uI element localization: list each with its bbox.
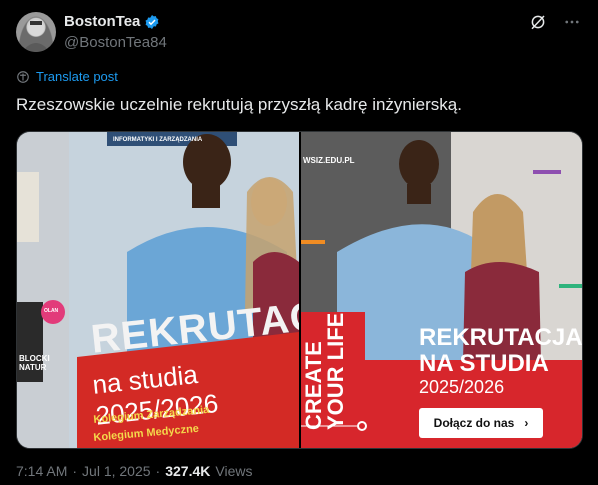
right-heading1: REKRUTACJA <box>419 324 582 351</box>
left-side-badge: OLAN <box>44 308 59 314</box>
display-name[interactable]: BostonTea <box>64 13 140 30</box>
post-date[interactable]: Jul 1, 2025 <box>82 463 151 479</box>
join-us-label[interactable]: Dołącz do nas <box>434 416 515 430</box>
right-heading2: NA STUDIA <box>419 350 549 377</box>
handle[interactable]: @BostonTea84 <box>64 34 167 51</box>
meta-separator: · <box>72 463 78 479</box>
chevron-right-icon: › <box>524 416 529 430</box>
views-count: 327.4K <box>165 463 211 479</box>
right-years: 2025/2026 <box>419 377 505 397</box>
left-top-banner: INFORMATYKI I ZARZĄDZANIA <box>113 137 203 143</box>
right-url: WSIZ.EDU.PL <box>303 156 355 165</box>
media-grid[interactable]: INFORMATYKI I ZARZĄDZANIA REKRUTACJA na … <box>16 131 583 449</box>
meta-separator: · <box>155 463 161 479</box>
translate-link[interactable]: Translate post <box>16 69 118 84</box>
post-time[interactable]: 7:14 AM <box>16 463 67 479</box>
translate-label[interactable]: Translate post <box>36 69 118 84</box>
media-photo-right[interactable]: WSIZ.EDU.PL CREATE YOUR LIFE REKRUTACJA … <box>301 132 582 448</box>
verified-badge-icon <box>145 14 159 29</box>
grok-icon[interactable] <box>528 12 548 32</box>
avatar-face-icon <box>22 20 50 52</box>
media-photo-left[interactable]: INFORMATYKI I ZARZĄDZANIA REKRUTACJA na … <box>17 132 299 448</box>
views-label: Views <box>215 463 253 479</box>
post-text: Rzeszowskie uczelnie rekrutują przyszłą … <box>16 95 462 114</box>
join-us-button[interactable]: Dołącz do nas › <box>419 408 543 438</box>
author-name-row[interactable]: BostonTea <box>64 13 160 30</box>
avatar[interactable] <box>16 12 56 52</box>
translate-icon <box>17 70 29 83</box>
left-side-label: BLOCKI NATUR <box>19 354 50 372</box>
post-meta: 7:14 AM · Jul 1, 2025 · 327.4K Views <box>16 463 252 479</box>
more-icon[interactable] <box>562 12 582 32</box>
right-vertical-text: CREATE YOUR LIFE <box>301 312 348 430</box>
